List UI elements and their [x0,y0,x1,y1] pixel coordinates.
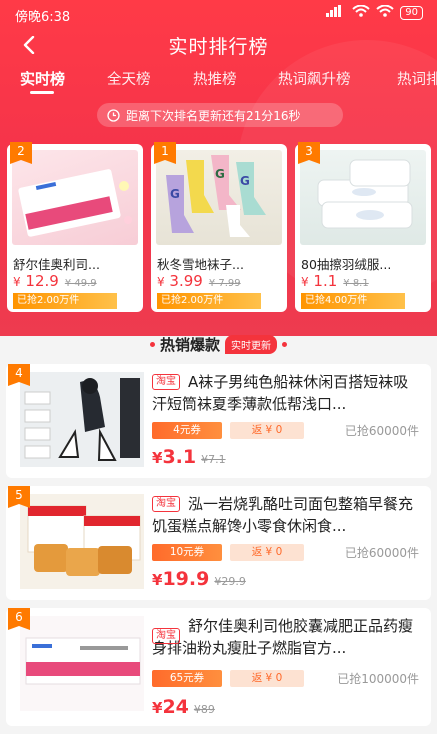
dot-icon [149,341,155,347]
top-product-card[interactable]: 3 80抽擦羽绒服... ¥ 1.1 ¥ 8.1 已抢4.00万件 [295,142,431,312]
sold-count: 已抢100000件 [337,672,419,686]
svg-text:G: G [215,167,225,181]
countdown-banner: 距离下次排名更新还有21分16秒 [97,103,343,127]
rebate-badge: 返 ¥ 0 [230,544,304,561]
platform-badge: 淘宝 [152,374,180,390]
signal-icon [326,5,346,20]
product-price: ¥3.1 ¥7.1 [152,446,226,468]
status-bar: 傍晚6:38 90 [0,0,437,26]
tab-hot-push[interactable]: 热推榜 [193,68,237,89]
realtime-update-badge: 实时更新 [225,334,277,354]
original-price: ¥ 7.99 [208,278,241,289]
nav-bar: 实时排行榜 [0,28,437,64]
rank-badge: 5 [8,486,30,508]
top-product-card[interactable]: 2 舒尔佳奥利司... ¥ 12.9 ¥ 49.9 已抢2.00万件 [7,142,143,312]
rank-badge: 4 [8,364,30,386]
battery-icon: 90 [400,5,423,20]
rebate-badge: 返 ¥ 0 [230,422,304,439]
tab-hot-word-rising[interactable]: 热词飙升榜 [278,68,351,89]
list-item[interactable]: 5 泓一岩烧乳酪吐司面包整箱早餐充饥蛋糕点解馋小零食休闲食... 淘宝 10元券… [6,486,431,600]
original-price: ¥ 8.1 [343,278,369,289]
product-image [300,150,426,245]
product-name: A袜子男纯色船袜休闲百搭短袜吸汗短筒袜夏季薄款低帮浅口... [152,373,409,413]
tab-hot-word[interactable]: 热词排 [397,68,437,89]
product-image [20,494,144,589]
clock-icon [107,108,120,122]
product-image: G G G [156,150,282,245]
rebate-badge: 返 ¥ 0 [230,670,304,687]
platform-badge: 淘宝 [152,496,180,512]
product-name: 舒尔佳奥利司他胶囊减肥正品药瘦身排油粉丸瘦肚子燃脂官方... [152,617,414,657]
tab-active-indicator [30,91,54,94]
product-image [20,616,144,711]
product-image [20,372,144,467]
sold-count: 已抢60000件 [344,424,419,438]
wifi-icon [352,4,370,20]
original-price: ¥29.9 [214,575,246,588]
coupon-badge[interactable]: 10元券 [152,544,222,561]
sold-count: 已抢2.00万件 [13,293,117,309]
countdown-text: 距离下次排名更新还有21分16秒 [126,108,301,123]
product-name: 舒尔佳奥利司... [13,257,100,272]
hot-section-header: 热销爆款 实时更新 [0,332,437,356]
sold-count: 已抢4.00万件 [301,293,405,309]
product-name: 80抽擦羽绒服... [301,257,392,272]
product-price: ¥ 12.9 ¥ 49.9 [13,272,97,290]
wifi-icon [376,4,394,20]
top-product-card[interactable]: G G G 1 秋冬雪地袜子... ¥ 3.99 ¥ 7.99 已抢2.00万件 [151,142,287,312]
status-time: 傍晚6:38 [15,10,71,25]
tab-all-day[interactable]: 全天榜 [107,68,151,89]
original-price: ¥7.1 [201,453,226,466]
dot-icon [282,341,287,347]
coupon-badge[interactable]: 4元券 [152,422,222,439]
svg-text:G: G [170,187,180,201]
product-name: 秋冬雪地袜子... [157,257,244,272]
product-name: 泓一岩烧乳酪吐司面包整箱早餐充饥蛋糕点解馋小零食休闲食... [152,495,414,535]
tab-realtime[interactable]: 实时榜 [20,68,65,89]
sold-count: 已抢2.00万件 [157,293,261,309]
list-item[interactable]: 6 舒尔佳奥利司他胶囊减肥正品药瘦身排油粉丸瘦肚子燃脂官方... 淘宝 65元券… [6,608,431,726]
ranking-tabs: 实时榜 全天榜 热推榜 热词飙升榜 热词排 [0,68,437,98]
original-price: ¥89 [193,703,215,716]
list-item[interactable]: 4 A袜子男纯色船袜休闲百搭短袜吸汗短筒袜夏季薄款低帮浅口... 淘宝 4元券 … [6,364,431,478]
rank-badge: 6 [8,608,30,630]
original-price: ¥ 49.9 [64,278,97,289]
page-title: 实时排行榜 [168,36,269,58]
svg-text:G: G [240,174,250,188]
product-price: ¥ 1.1 ¥ 8.1 [301,272,369,290]
product-price: ¥24 ¥89 [152,696,215,718]
coupon-badge[interactable]: 65元券 [152,670,222,687]
product-image [12,150,138,245]
status-icons: 90 [326,4,423,20]
sold-count: 已抢60000件 [344,546,419,560]
platform-badge: 淘宝 [152,628,180,644]
product-price: ¥ 3.99 ¥ 7.99 [157,272,241,290]
hot-section-title: 热销爆款 [159,335,220,354]
product-price: ¥19.9 ¥29.9 [152,568,246,590]
